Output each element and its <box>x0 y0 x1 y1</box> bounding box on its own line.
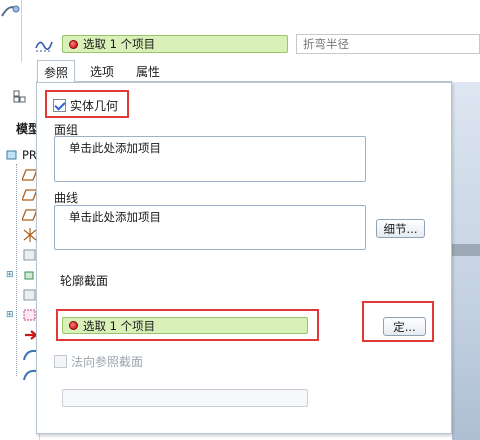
model-geometry-edge <box>452 244 480 256</box>
normal-to-ref-option[interactable]: 法向参照截面 <box>54 353 143 370</box>
define-button[interactable]: 定... <box>383 317 426 336</box>
expand-icon[interactable]: ⊞ <box>6 310 14 320</box>
tree-insert-here[interactable] <box>6 327 38 345</box>
graphics-window[interactable] <box>452 82 480 440</box>
tab-references[interactable]: 参照 <box>37 60 76 83</box>
profile-selection-text: 选取 1 个项目 <box>83 318 156 333</box>
tree-item-bend[interactable] <box>6 347 38 365</box>
tree-item-feature-3[interactable] <box>6 287 38 305</box>
tree-item-csys[interactable] <box>6 227 38 245</box>
references-panel <box>36 82 452 434</box>
solid-geometry-option[interactable]: 实体几何 <box>53 97 118 114</box>
model-tree-tab-icon[interactable] <box>4 88 34 108</box>
normal-ref-collector[interactable] <box>62 389 308 407</box>
curve-collector[interactable]: 单击此处添加项目 <box>54 205 366 250</box>
bend-feature-icon <box>1 5 20 17</box>
expand-icon[interactable]: ⊞ <box>6 270 14 280</box>
tree-item-feature-4[interactable]: ⊞ <box>6 307 38 325</box>
solid-geometry-checkbox[interactable] <box>53 99 66 112</box>
curve-label: 曲线 <box>54 191 79 205</box>
feature-icon-strip <box>0 0 22 62</box>
tree-item-plane-2[interactable] <box>6 187 38 205</box>
tree-item-feature-2[interactable]: ⊞ <box>6 267 38 285</box>
tab-properties[interactable]: 属性 <box>130 60 166 82</box>
part-icon <box>6 150 17 160</box>
top-selection-field[interactable]: 选取 1 个项目 <box>62 35 288 53</box>
normal-to-ref-label: 法向参照截面 <box>71 355 144 369</box>
profile-section-label: 轮廓截面 <box>60 274 109 288</box>
tree-root-row[interactable]: PR <box>6 147 38 165</box>
quilt-collector[interactable]: 单击此处添加项目 <box>54 136 366 182</box>
tree-item-plane-1[interactable] <box>6 167 38 185</box>
selection-status-icon <box>69 39 78 49</box>
top-selection-text: 选取 1 个项目 <box>83 37 156 51</box>
curve-collector-text: 单击此处添加项目 <box>69 210 161 224</box>
details-button[interactable]: 细节... <box>376 219 425 238</box>
tab-options[interactable]: 选项 <box>84 60 120 82</box>
selection-status-icon <box>69 321 78 330</box>
bend-radius-input[interactable] <box>296 34 480 54</box>
normal-to-ref-checkbox[interactable] <box>54 355 67 368</box>
quilt-collector-text: 单击此处添加项目 <box>69 141 161 155</box>
bend-tool-icon[interactable] <box>34 34 54 54</box>
tree-item-bend-2[interactable] <box>6 367 38 385</box>
tree-item-plane-3[interactable] <box>6 207 38 225</box>
profile-selection-field[interactable]: 选取 1 个项目 <box>62 317 308 334</box>
solid-geometry-label: 实体几何 <box>70 99 119 113</box>
tree-item-feature-1[interactable] <box>6 247 38 265</box>
tree-root-label: PR <box>22 148 37 162</box>
